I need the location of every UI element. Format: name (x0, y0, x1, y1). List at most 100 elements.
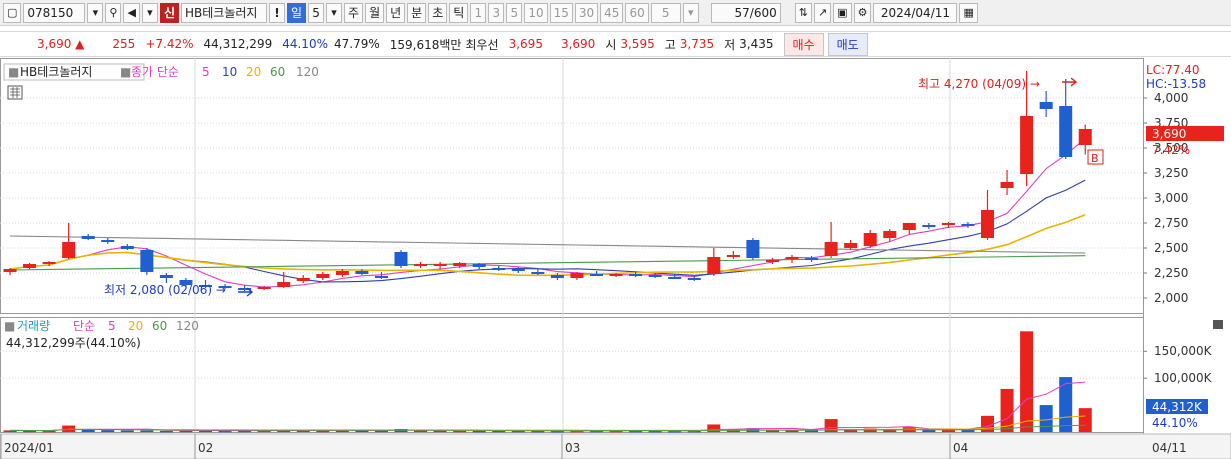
volume-bar (453, 430, 467, 433)
candle-body (42, 262, 56, 264)
svg-text:■: ■ (8, 65, 19, 79)
interval-15-button[interactable]: 15 (549, 2, 573, 23)
lc-label: LC:77.40 (1146, 63, 1199, 77)
volume-bar (433, 430, 447, 433)
x-tick-label: 04 (953, 441, 968, 455)
quote-bar: 3,690 ▲ 255 +7.42% 44,312,299 44.10% 47.… (0, 31, 1231, 57)
period-value-select[interactable]: 5 (308, 2, 325, 23)
x-axis-band (0, 433, 1231, 459)
volume-ma-label: 단순 (73, 319, 95, 333)
compare-icon[interactable]: ⇅ (794, 2, 812, 23)
current-volume-pct: 44.10% (1152, 416, 1198, 430)
price-tick-label: 2,500 (1154, 241, 1188, 255)
stock-chart: 4,0003,7503,5003,2503,0002,7502,5002,250… (0, 58, 1231, 459)
candle-body (902, 223, 916, 230)
period-day-button[interactable]: 일 (286, 2, 307, 23)
candle-body (1059, 106, 1073, 157)
chart-toolbar: ▢ 078150 ▾ ⚲ ◀ ▾ 신 HB테크놀러지 ! 일 5 ▾ 주 월 년… (0, 0, 1231, 26)
price-change-pct: +7.42% (145, 37, 194, 51)
turnover-ratio: 47.79% (333, 37, 380, 51)
price-tick-label: 3,250 (1154, 166, 1188, 180)
tab-month[interactable]: 월 (365, 2, 385, 23)
interval-1-button[interactable]: 1 (470, 2, 487, 23)
date-field[interactable]: 2024/04/11 (873, 2, 958, 23)
tab-week[interactable]: 주 (344, 2, 364, 23)
candle-body (550, 275, 564, 278)
interval-60-button[interactable]: 60 (625, 2, 649, 23)
stock-code-input[interactable]: 078150 (23, 2, 86, 23)
candle-body (62, 242, 76, 258)
chevron-down-icon[interactable]: ▾ (141, 2, 158, 23)
interval-45-button[interactable]: 45 (600, 2, 624, 23)
candle-body (257, 287, 271, 289)
custom-interval-select[interactable]: 5 (650, 2, 681, 23)
search-icon[interactable]: ⚲ (105, 2, 122, 23)
price-tick-label: 2,000 (1154, 291, 1188, 305)
window-icon[interactable]: ▢ (3, 2, 22, 23)
tab-minute[interactable]: 분 (407, 2, 427, 23)
candle-body (648, 275, 662, 277)
candle-body (3, 269, 17, 272)
x-tick-label: 2024/01 (4, 441, 54, 455)
sell-button[interactable]: 매도 (827, 32, 868, 56)
candle-body (863, 233, 877, 246)
candle-body (120, 246, 134, 249)
candle-body (492, 268, 506, 270)
chevron-down-icon[interactable]: ▾ (682, 2, 699, 23)
table-icon[interactable] (7, 85, 23, 100)
current-price-pct: 7.42% (1152, 143, 1190, 157)
interval-3-button[interactable]: 3 (488, 2, 505, 23)
panel-close-icon[interactable] (1213, 320, 1223, 329)
interval-30-button[interactable]: 30 (574, 2, 599, 23)
chevron-down-icon[interactable]: ▾ (87, 2, 104, 23)
current-price: 3,690 ▲ (37, 37, 85, 51)
svg-text:■: ■ (120, 65, 131, 79)
open-label: 시 (605, 37, 617, 52)
volume-bar (101, 430, 115, 432)
candle-body (941, 223, 955, 225)
save-icon[interactable]: ▣ (833, 2, 852, 23)
trade-amount: 159,618백만 (389, 37, 462, 52)
candle-body (140, 250, 154, 272)
gear-icon[interactable]: ⚙ (853, 2, 872, 23)
vma120-legend: 120 (176, 319, 199, 333)
stock-name-field[interactable]: HB테크놀러지 (180, 2, 267, 23)
price-tick-label: 3,000 (1154, 191, 1188, 205)
data-count-field[interactable]: 57/600 (710, 2, 781, 23)
ma5-legend: 5 (202, 65, 210, 79)
tab-tick[interactable]: 틱 (449, 2, 469, 23)
draw-tool-icon[interactable]: ↗ (813, 2, 832, 23)
tab-year[interactable]: 년 (386, 2, 406, 23)
best-bid-label: 최우선 (465, 37, 499, 52)
ma120-legend: 120 (296, 65, 319, 79)
ma-legend-label: 종가 단순 (131, 65, 179, 79)
high-label: 고 (664, 37, 676, 52)
candle-body (590, 274, 603, 276)
candle-body (687, 278, 701, 280)
chevron-down-icon[interactable]: ▾ (326, 2, 343, 23)
candle-body (1020, 116, 1034, 174)
candle-body (1078, 129, 1092, 145)
candle-body (433, 264, 447, 266)
volume-info: 44,312,299주(44.10%) (6, 336, 141, 350)
candle-body (394, 252, 408, 266)
volume-bar (1059, 377, 1073, 432)
volume-bar (140, 430, 154, 432)
volume-tick-label: 150,000K (1154, 344, 1213, 358)
alert-button[interactable]: ! (268, 2, 285, 23)
candle-body (335, 271, 349, 275)
current-volume-tag-label: 44,312K (1152, 400, 1203, 414)
candle-body (922, 225, 936, 227)
buy-button[interactable]: 매수 (783, 32, 824, 56)
candle-body (629, 274, 643, 276)
tab-second[interactable]: 초 (428, 2, 448, 23)
candle-body (414, 264, 428, 266)
speaker-icon[interactable]: ◀ (123, 2, 140, 23)
candle-body (296, 278, 310, 281)
interval-10-button[interactable]: 10 (524, 2, 548, 23)
interval-5-button[interactable]: 5 (506, 2, 523, 23)
calendar-icon[interactable]: ▦ (959, 2, 978, 23)
candle-body (570, 273, 584, 278)
hc-label: HC:-13.58 (1146, 77, 1206, 91)
candle-body (23, 264, 37, 268)
